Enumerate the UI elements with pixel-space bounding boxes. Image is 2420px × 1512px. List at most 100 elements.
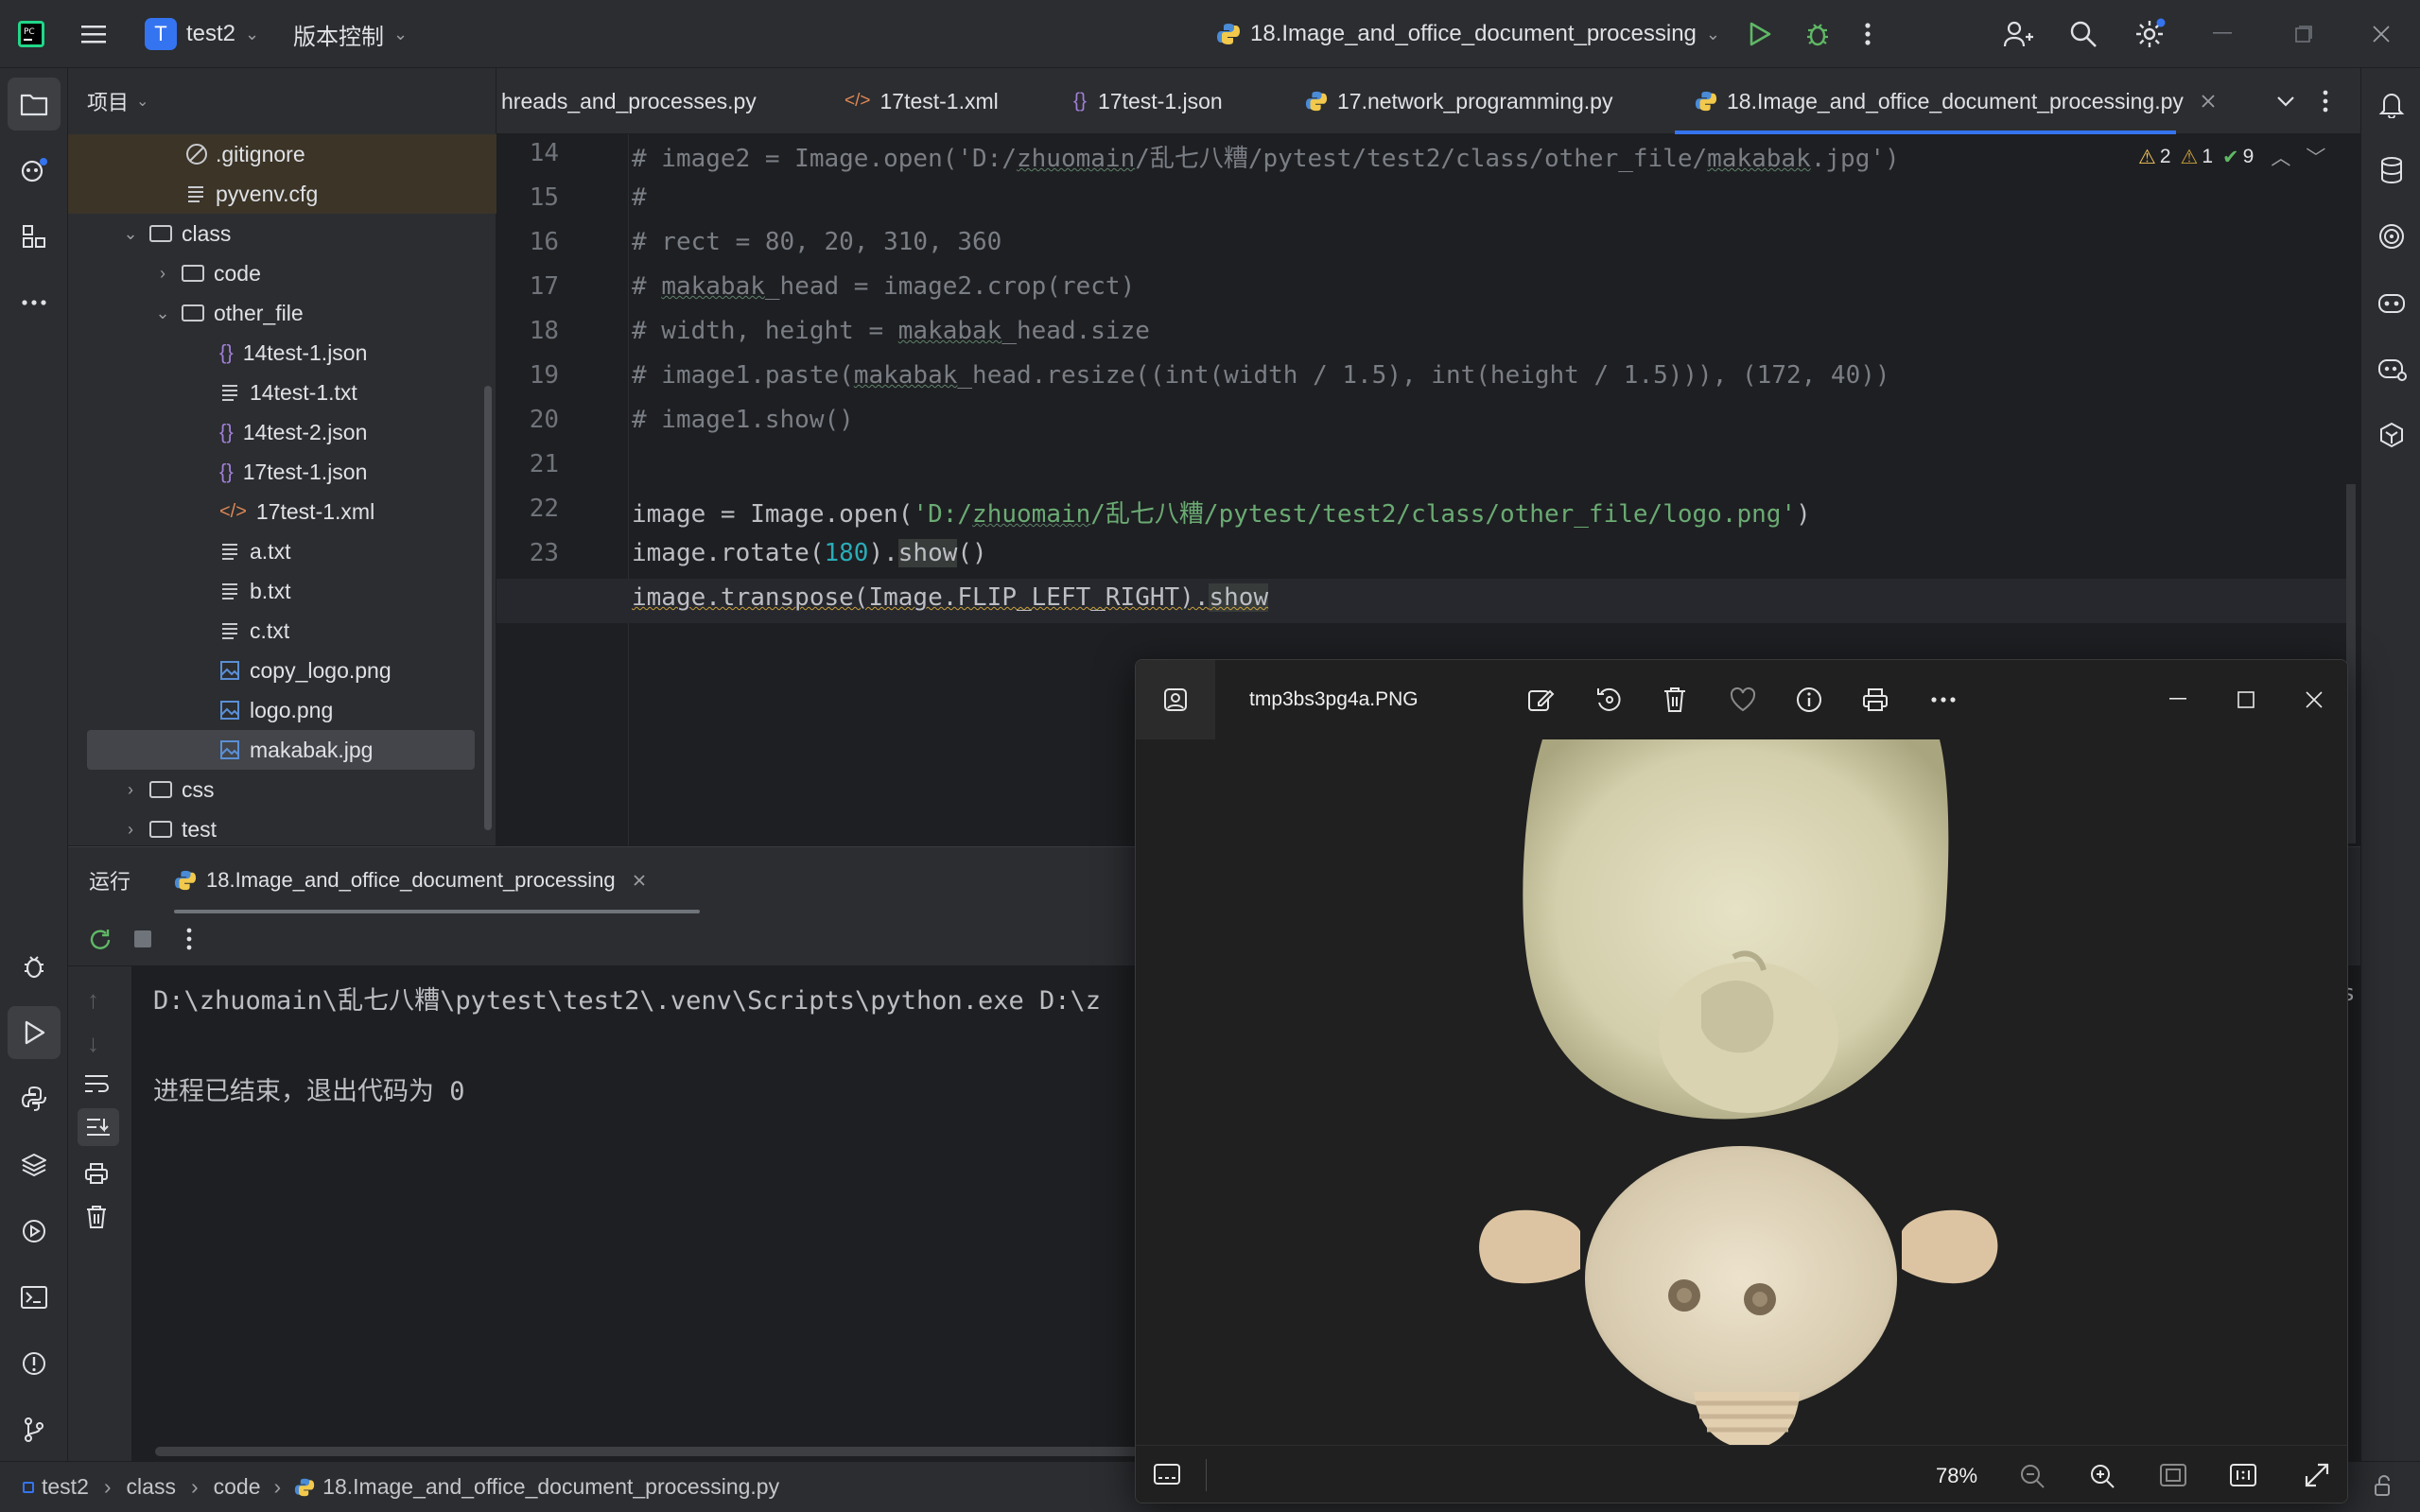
gallery-toggle-icon[interactable] <box>1136 660 1215 739</box>
structure-icon[interactable] <box>0 210 68 263</box>
breadcrumb-item[interactable]: test2 <box>42 1474 89 1500</box>
copilot-icon[interactable] <box>2361 276 2420 329</box>
debug-button[interactable] <box>1804 0 1831 68</box>
project-folder-icon[interactable] <box>8 78 61 130</box>
run-tool-icon[interactable] <box>8 1006 61 1059</box>
tree-item-code-folder[interactable]: › code <box>153 253 496 293</box>
viewer-close-icon[interactable] <box>2293 679 2335 721</box>
rotate-icon[interactable] <box>1588 679 1629 721</box>
tree-item-class-folder[interactable]: ⌄ class <box>121 214 496 253</box>
terminal-icon[interactable] <box>0 1271 68 1324</box>
services-icon[interactable] <box>0 1205 68 1258</box>
tree-item-file[interactable]: 14test-1.txt <box>219 373 496 412</box>
print-icon[interactable] <box>1854 679 1896 721</box>
displayed-image[interactable] <box>1136 739 2347 1445</box>
tree-item-file[interactable]: {} 14test-1.json <box>219 333 496 373</box>
vcs-menu[interactable]: 版本控制 ⌄ <box>293 0 408 68</box>
print-icon[interactable] <box>83 1161 110 1186</box>
tab-threads-and-processes[interactable]: hreads_and_processes.py <box>501 68 757 134</box>
add-user-icon[interactable] <box>2003 0 2033 68</box>
tree-item-file[interactable]: logo.png <box>219 690 496 730</box>
next-highlight-icon[interactable]: ﹀ <box>2306 143 2325 171</box>
more-options-icon[interactable] <box>185 927 193 951</box>
ai-agent-icon[interactable] <box>2361 408 2420 461</box>
file-info-icon[interactable] <box>1788 679 1830 721</box>
python-console-icon[interactable] <box>0 1072 68 1125</box>
tree-item-test-folder[interactable]: › test <box>121 809 496 845</box>
clear-all-trash-icon[interactable] <box>85 1205 108 1229</box>
console-horizontal-scrollbar[interactable] <box>155 1447 1139 1456</box>
more-tools-icon[interactable] <box>0 276 68 329</box>
filmstrip-icon[interactable] <box>1153 1461 1181 1487</box>
tree-item-pyvenv-cfg[interactable]: pyvenv.cfg <box>185 174 496 214</box>
tree-scrollbar[interactable] <box>484 386 492 830</box>
more-actions-icon[interactable] <box>1863 0 1872 68</box>
notifications-bell-icon[interactable] <box>2361 78 2420 130</box>
tab-17-network-programming[interactable]: 17.network_programming.py <box>1305 68 1612 134</box>
git-icon[interactable] <box>0 1403 68 1456</box>
run-tab[interactable]: 18.Image_and_office_document_processing <box>174 847 646 913</box>
tree-item-file[interactable]: c.txt <box>219 611 496 651</box>
fit-to-window-icon[interactable] <box>2159 1463 2187 1487</box>
tab-options-icon[interactable] <box>2322 68 2329 134</box>
close-tab-icon[interactable] <box>633 874 646 887</box>
code-line-22: image = Image.open('D:/zhuomain/乱七八糟/pyt… <box>632 500 1811 529</box>
window-close-icon[interactable] <box>2372 0 2391 68</box>
tab-17test-1-xml[interactable]: </> 17test-1.xml <box>844 68 999 134</box>
main-menu-icon[interactable] <box>79 0 108 68</box>
zoom-out-icon[interactable] <box>2019 1463 2046 1489</box>
tree-item-file-selected[interactable]: makabak.jpg <box>219 730 496 770</box>
read-only-lock-icon[interactable] <box>2372 1475 2394 1498</box>
see-more-icon[interactable] <box>1923 679 1964 721</box>
tab-17test-1-json[interactable]: {} 17test-1.json <box>1073 68 1223 134</box>
debug-tool-icon[interactable] <box>0 940 68 993</box>
python-packages-icon[interactable] <box>0 1138 68 1191</box>
scroll-up-icon[interactable]: ↑ <box>87 985 99 1015</box>
breadcrumb-item[interactable]: class <box>127 1474 176 1500</box>
scroll-to-end-icon[interactable] <box>78 1108 119 1146</box>
favorite-heart-icon[interactable] <box>1722 679 1764 721</box>
full-screen-icon[interactable] <box>2303 1461 2331 1489</box>
tree-item-gitignore[interactable]: .gitignore <box>185 134 496 174</box>
module-icon <box>23 1481 34 1493</box>
tree-item-file[interactable]: {} 17test-1.json <box>219 452 496 492</box>
close-tab-icon[interactable] <box>2201 94 2216 109</box>
delete-trash-icon[interactable] <box>1654 679 1696 721</box>
tree-item-file[interactable]: </> 17test-1.xml <box>219 492 496 531</box>
actual-size-icon[interactable] <box>2229 1463 2257 1487</box>
breadcrumb-item[interactable]: 18.Image_and_office_document_processing.… <box>322 1474 779 1500</box>
tree-item-other-file-folder[interactable]: ⌄ other_file <box>153 293 496 333</box>
project-view-selector[interactable]: 项目 ⌄ <box>87 68 148 134</box>
project-switcher[interactable]: T test2 ⌄ <box>145 0 259 68</box>
zoom-in-icon[interactable] <box>2089 1463 2115 1489</box>
tree-item-file[interactable]: b.txt <box>219 571 496 611</box>
run-button[interactable] <box>1748 0 1772 68</box>
ai-assistant-icon[interactable] <box>0 144 68 197</box>
tree-item-file[interactable]: copy_logo.png <box>219 651 496 690</box>
tree-item-file[interactable]: {} 14test-2.json <box>219 412 496 452</box>
inspection-widget[interactable]: ⚠ 2 ⚠ 1 ✔ 9 ︿ ﹀ <box>2138 142 2325 172</box>
tree-item-file[interactable]: a.txt <box>219 531 496 571</box>
breadcrumb-item[interactable]: code <box>214 1474 261 1500</box>
sciview-icon[interactable] <box>2361 210 2420 263</box>
stop-icon[interactable] <box>132 929 153 949</box>
window-minimize-icon[interactable] <box>2213 0 2232 68</box>
copilot-chat-icon[interactable] <box>2361 342 2420 395</box>
rerun-icon[interactable] <box>87 927 113 953</box>
database-icon[interactable] <box>2361 144 2420 197</box>
edit-image-icon[interactable] <box>1520 679 1561 721</box>
window-restore-icon[interactable] <box>2294 0 2313 68</box>
search-icon[interactable] <box>2069 0 2098 68</box>
tab-list-chevron-icon[interactable] <box>2276 68 2295 134</box>
tree-item-css-folder[interactable]: › css <box>121 770 496 809</box>
settings-gear-icon[interactable] <box>2133 0 2166 68</box>
problems-icon[interactable] <box>0 1337 68 1390</box>
previous-highlight-icon[interactable]: ︿ <box>2271 143 2290 171</box>
run-config-selector[interactable]: 18.Image_and_office_document_processing … <box>1216 0 1720 68</box>
scroll-down-icon[interactable]: ↓ <box>87 1029 99 1058</box>
pycharm-logo-icon[interactable]: PC <box>17 0 45 68</box>
soft-wrap-icon[interactable] <box>83 1072 110 1095</box>
tab-18-image-and-office-active[interactable]: 18.Image_and_office_document_processing.… <box>1695 68 2225 134</box>
viewer-maximize-icon[interactable] <box>2225 679 2267 721</box>
viewer-minimize-icon[interactable] <box>2157 679 2199 721</box>
